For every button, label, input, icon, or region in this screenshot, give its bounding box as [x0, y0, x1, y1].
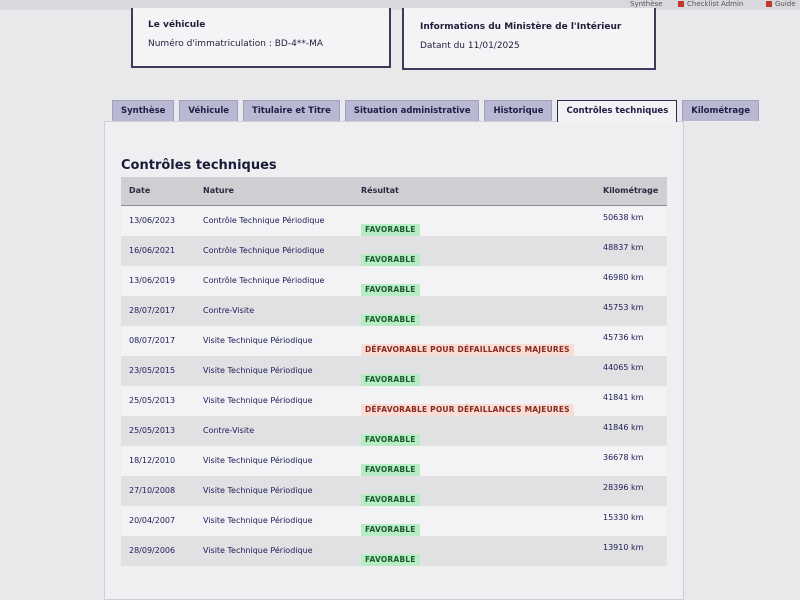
bookmark-2-label: Checklist Admin — [687, 0, 744, 8]
table-row: 13/06/2023 Contrôle Technique Périodique F… — [121, 206, 667, 236]
bookmark-3-label: Guide — [775, 0, 796, 8]
result-badge: DÉFAVORABLE POUR DÉFAILLANCES MAJEURES — [361, 404, 574, 416]
row-km: 13910 km — [603, 543, 644, 552]
row-nature: Visite Technique Périodique — [203, 516, 313, 525]
result-badge: FAVORABLE — [361, 434, 420, 446]
row-date: 13/06/2023 — [129, 216, 176, 225]
row-km: 15330 km — [603, 513, 644, 522]
tab-historique[interactable]: Historique — [484, 100, 553, 121]
row-nature: Contre-Visite — [203, 306, 255, 315]
row-nature: Visite Technique Périodique — [203, 546, 313, 555]
row-km: 48837 km — [603, 243, 644, 252]
row-date: 28/09/2006 — [129, 546, 176, 555]
row-nature: Contrôle Technique Périodique — [203, 216, 325, 225]
row-km: 44065 km — [603, 363, 644, 372]
row-nature: Contrôle Technique Périodique — [203, 246, 325, 255]
header-date: Date — [129, 186, 151, 195]
row-km: 41841 km — [603, 393, 644, 402]
bookmark-3[interactable]: Guide — [766, 0, 796, 8]
row-date: 16/06/2021 — [129, 246, 176, 255]
row-date: 28/07/2017 — [129, 306, 176, 315]
tab-vehicule[interactable]: Véhicule — [179, 100, 239, 121]
header-result: Résultat — [361, 186, 399, 195]
table-row: 27/10/2008 Visite Technique Périodique FAV… — [121, 476, 667, 506]
result-badge: FAVORABLE — [361, 284, 420, 296]
browser-bookmarks-bar: Synthèse Checklist Admin Guide — [0, 0, 800, 10]
table-row: 13/06/2019 Contrôle Technique Périodique F… — [121, 266, 667, 296]
row-km: 45736 km — [603, 333, 644, 342]
ministry-card: Informations du Ministère de l'Intérieur… — [402, 8, 656, 70]
row-date: 23/05/2015 — [129, 366, 176, 375]
plate-number: Numéro d'immatriculation : BD-4**-MA — [148, 39, 323, 49]
result-badge: FAVORABLE — [361, 494, 420, 506]
bookmark-1[interactable]: Synthèse — [630, 0, 662, 8]
result-badge: FAVORABLE — [361, 314, 420, 326]
bookmark-icon — [766, 1, 772, 7]
row-date: 13/06/2019 — [129, 276, 176, 285]
table-row: 08/07/2017 Visite Technique Périodique DÉF… — [121, 326, 667, 356]
row-nature: Visite Technique Périodique — [203, 366, 313, 375]
row-nature: Visite Technique Périodique — [203, 336, 313, 345]
ministry-date: Datant du 11/01/2025 — [420, 41, 520, 51]
row-km: 28396 km — [603, 483, 644, 492]
row-date: 08/07/2017 — [129, 336, 176, 345]
table-row: 28/09/2006 Visite Technique Périodique FAV… — [121, 536, 667, 566]
bookmark-2[interactable]: Checklist Admin — [678, 0, 743, 8]
ministry-card-title: Informations du Ministère de l'Intérieur — [420, 22, 622, 32]
result-badge: FAVORABLE — [361, 464, 420, 476]
table-row: 16/06/2021 Contrôle Technique Périodique F… — [121, 236, 667, 266]
row-date: 27/10/2008 — [129, 486, 176, 495]
tab-synthese[interactable]: Synthèse — [112, 100, 175, 121]
row-nature: Contrôle Technique Périodique — [203, 276, 325, 285]
vehicle-card-title: Le véhicule — [148, 20, 206, 30]
tab-situation-administrative[interactable]: Situation administrative — [344, 100, 480, 121]
table-row: 25/05/2013 Contre-Visite FAVORABLE 41846 km — [121, 416, 667, 446]
row-date: 25/05/2013 — [129, 396, 176, 405]
vehicle-card: Le véhicule Numéro d'immatriculation : B… — [131, 8, 391, 68]
row-km: 46980 km — [603, 273, 644, 282]
table-row: 28/07/2017 Contre-Visite FAVORABLE 45753 km — [121, 296, 667, 326]
result-badge: FAVORABLE — [361, 254, 420, 266]
row-date: 20/04/2007 — [129, 516, 176, 525]
result-badge: FAVORABLE — [361, 554, 420, 566]
row-km: 45753 km — [603, 303, 644, 312]
tab-bar: Synthèse Véhicule Titulaire et Titre Sit… — [112, 100, 759, 122]
table-row: 23/05/2015 Visite Technique Périodique FAV… — [121, 356, 667, 386]
row-km: 50638 km — [603, 213, 644, 222]
bookmark-icon — [678, 1, 684, 7]
table-row: 20/04/2007 Visite Technique Périodique FAV… — [121, 506, 667, 536]
tab-titulaire-et-titre[interactable]: Titulaire et Titre — [243, 100, 340, 121]
table-row: 18/12/2010 Visite Technique Périodique FAV… — [121, 446, 667, 476]
tab-controles-techniques[interactable]: Contrôles techniques — [557, 100, 678, 122]
row-date: 18/12/2010 — [129, 456, 176, 465]
inspections-table: Date Nature Résultat Kilométrage 13/06/2… — [121, 177, 667, 566]
row-km: 36678 km — [603, 453, 644, 462]
row-nature: Visite Technique Périodique — [203, 486, 313, 495]
section-title: Contrôles techniques — [121, 158, 277, 173]
row-nature: Contre-Visite — [203, 426, 255, 435]
result-badge: FAVORABLE — [361, 524, 420, 536]
row-date: 25/05/2013 — [129, 426, 176, 435]
row-nature: Visite Technique Périodique — [203, 456, 313, 465]
header-km: Kilométrage — [603, 186, 659, 195]
table-header: Date Nature Résultat Kilométrage — [121, 177, 667, 206]
table-row: 25/05/2013 Visite Technique Périodique DÉF… — [121, 386, 667, 416]
row-nature: Visite Technique Périodique — [203, 396, 313, 405]
tab-kilometrage[interactable]: Kilométrage — [682, 100, 759, 121]
header-nature: Nature — [203, 186, 234, 195]
result-badge: FAVORABLE — [361, 374, 420, 386]
table-body: 13/06/2023 Contrôle Technique Périodique F… — [121, 206, 667, 566]
result-badge: FAVORABLE — [361, 224, 420, 236]
result-badge: DÉFAVORABLE POUR DÉFAILLANCES MAJEURES — [361, 344, 574, 356]
row-km: 41846 km — [603, 423, 644, 432]
